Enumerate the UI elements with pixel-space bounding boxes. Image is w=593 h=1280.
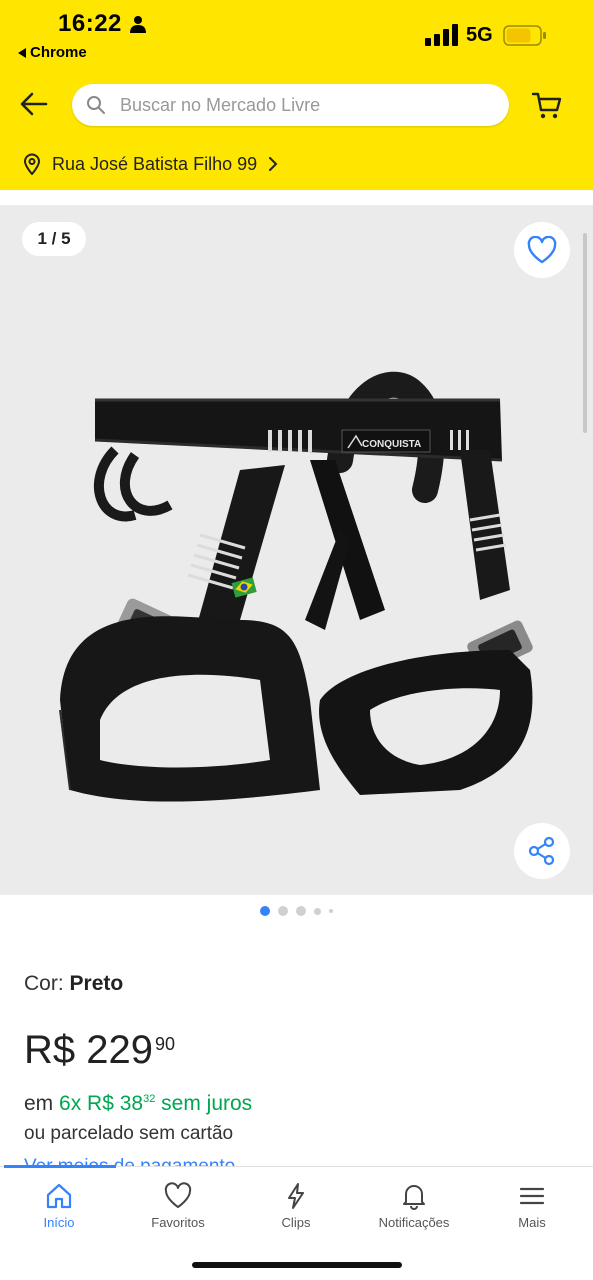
gallery-scrollbar[interactable]: [583, 233, 587, 433]
pagination-dot[interactable]: [278, 906, 288, 916]
installments-suffix: sem juros: [155, 1092, 253, 1115]
active-tab-indicator: [4, 1165, 116, 1168]
cart-icon[interactable]: [530, 88, 564, 122]
header: 16:22 Chrome 5G Buscar no Mercado Livre …: [0, 0, 593, 190]
back-triangle-icon: [18, 47, 26, 58]
person-icon: [130, 16, 146, 33]
tab-inicio[interactable]: Início: [0, 1181, 118, 1230]
home-icon: [46, 1183, 72, 1209]
installments: em 6x R$ 3832 sem juros: [24, 1092, 252, 1116]
search-input[interactable]: [120, 84, 490, 126]
price: R$ 229 90: [24, 1028, 175, 1073]
installments-prefix: em: [24, 1092, 60, 1115]
price-cents: 90: [155, 1034, 176, 1054]
share-button[interactable]: [514, 823, 570, 879]
brand-label: CONQUISTA: [362, 439, 421, 450]
bell-icon: [403, 1185, 425, 1210]
back-app-label: Chrome: [30, 44, 87, 61]
tab-label: Clips: [281, 1215, 311, 1230]
share-icon: [528, 836, 555, 866]
tab-clips[interactable]: Clips: [237, 1181, 355, 1230]
installments-count: 6x R$ 38: [59, 1092, 144, 1115]
nav-bar: [0, 80, 593, 130]
product-image-harness: CONQUISTA: [59, 371, 533, 802]
home-indicator: [192, 1262, 402, 1268]
chevron-right-icon: [269, 157, 278, 171]
pagination-dot[interactable]: [296, 906, 306, 916]
status-bar: 16:22 Chrome 5G: [0, 0, 593, 70]
color-label: Cor:: [24, 972, 70, 995]
installments-alt: ou parcelado sem cartão: [24, 1123, 234, 1144]
address-label: Rua José Batista Filho 99: [52, 153, 258, 174]
installments-cents: 32: [143, 1093, 156, 1105]
price-currency: R$: [24, 1028, 76, 1072]
battery-icon: [503, 25, 546, 46]
tab-notificacoes[interactable]: Notificações: [355, 1181, 473, 1230]
menu-icon: [519, 1187, 545, 1205]
back-arrow-icon[interactable]: [18, 88, 50, 120]
search-box[interactable]: [72, 84, 509, 126]
price-integer: 229: [86, 1028, 154, 1072]
heart-icon: [527, 236, 557, 264]
pagination-dot-active[interactable]: [260, 906, 270, 916]
pagination-dot[interactable]: [329, 909, 333, 913]
network-type: 5G: [466, 24, 493, 46]
installments-value: 6x R$ 3832 sem juros: [59, 1092, 252, 1115]
tab-label: Favoritos: [151, 1215, 205, 1230]
image-counter: 1 / 5: [22, 222, 86, 256]
status-time: 16:22: [58, 10, 122, 37]
pagination-dot[interactable]: [314, 907, 321, 915]
heart-icon: [164, 1182, 192, 1208]
bolt-icon: [288, 1183, 304, 1209]
location-pin-icon: [23, 153, 41, 175]
back-to-app-link[interactable]: Chrome: [18, 44, 87, 61]
product-page: 16:22 Chrome 5G Buscar no Mercado Livre …: [0, 0, 593, 1280]
product-gallery[interactable]: 1 / 5 CONQUISTA: [0, 205, 593, 895]
color-value: Preto: [69, 972, 124, 995]
tab-label: Mais: [518, 1215, 546, 1230]
tab-label: Início: [43, 1215, 75, 1230]
cellular-signal-icon: [425, 24, 458, 46]
tab-favoritos[interactable]: Favoritos: [119, 1181, 237, 1230]
tab-label: Notificações: [378, 1215, 450, 1230]
color-selector: Cor: Preto: [24, 972, 123, 996]
delivery-address[interactable]: Rua José Batista Filho 99: [22, 150, 279, 178]
favorite-button[interactable]: [514, 222, 570, 278]
gallery-pagination: [0, 906, 593, 916]
tab-mais[interactable]: Mais: [473, 1181, 591, 1230]
search-icon: [87, 96, 105, 114]
